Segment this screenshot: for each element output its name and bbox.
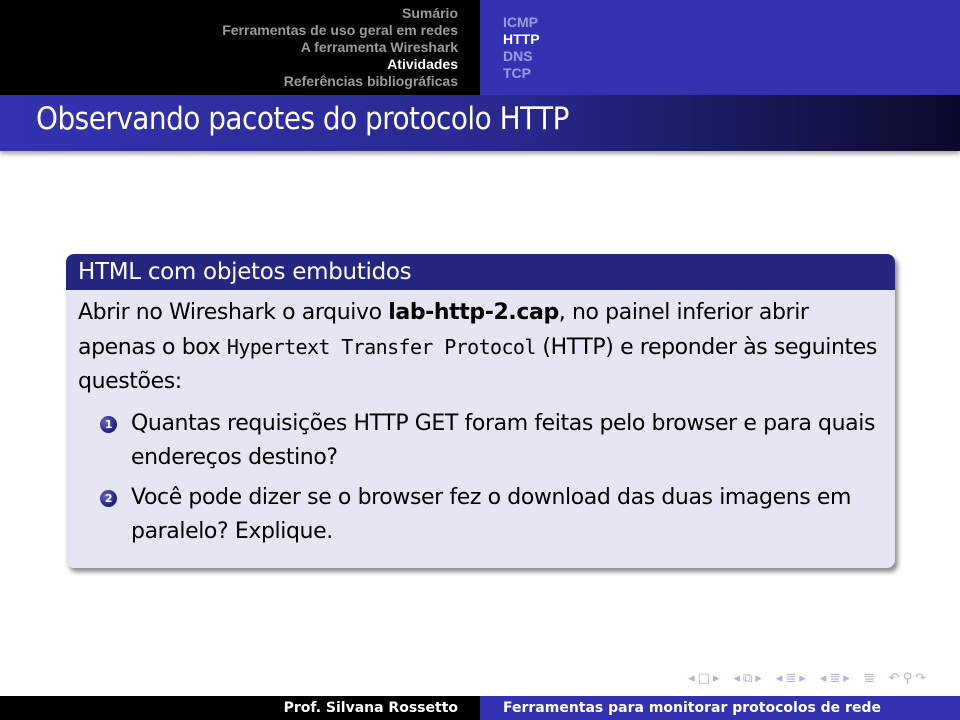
section-icon[interactable]: ≣ [785, 671, 796, 686]
arrow-right-icon[interactable]: ▸ [799, 671, 806, 686]
nav-section-atividades[interactable]: Atividades [387, 56, 458, 73]
search-icon[interactable]: ⚲ [903, 671, 913, 686]
intro-text-1: Abrir no Wireshark o arquivo [78, 300, 389, 325]
list-item: 1 Quantas requisições HTTP GET foram fei… [78, 407, 883, 475]
arrow-right-icon[interactable]: ▸ [843, 671, 850, 686]
arrow-left-icon[interactable]: ◂ [776, 671, 783, 686]
intro-filename: lab-http-2.cap [388, 300, 559, 325]
item-text: Quantas requisições HTTP GET foram feita… [131, 411, 876, 470]
block-body: Abrir no Wireshark o arquivo lab-http-2.… [66, 290, 895, 549]
header-navigation: Sumário Ferramentas de uso geral em rede… [0, 0, 960, 95]
navigation-symbols: ◂ □ ▸ ◂ ⧉ ▸ ◂ ≣ ▸ ◂ ≣ ▸ ≣ ↶ ⚲ ↷ [688, 668, 934, 688]
arrow-right-icon[interactable]: ▸ [713, 671, 720, 686]
frame-icon[interactable]: □ [698, 671, 710, 686]
nav-section-referencias[interactable]: Referências bibliográficas [284, 73, 458, 90]
item-text: Você pode dizer se o browser fez o downl… [131, 485, 852, 544]
back-icon[interactable]: ↶ [889, 671, 900, 686]
presentation-icon[interactable]: ≣ [829, 671, 840, 686]
block-title: HTML com objetos embutidos [66, 254, 895, 290]
document-nav-symbol[interactable]: ≣ [864, 671, 875, 686]
item-number-badge: 1 [100, 416, 117, 433]
arrow-left-icon[interactable]: ◂ [733, 671, 740, 686]
document-icon[interactable]: ≣ [864, 671, 875, 686]
arrow-right-icon[interactable]: ▸ [755, 671, 762, 686]
subsection-icon[interactable]: ⧉ [743, 671, 752, 686]
nav-subsection-tcp[interactable]: TCP [503, 65, 531, 82]
section-nav: Sumário Ferramentas de uso geral em rede… [0, 0, 480, 95]
arrow-left-icon[interactable]: ◂ [820, 671, 827, 686]
question-list: 1 Quantas requisições HTTP GET foram fei… [78, 407, 883, 549]
subsection-nav: ICMP HTTP DNS TCP [480, 0, 960, 95]
frame-title: Observando pacotes do protocolo HTTP [36, 101, 569, 137]
nav-subsection-http[interactable]: HTTP [503, 31, 540, 48]
footer-author: Prof. Silvana Rossetto [0, 696, 480, 720]
section-nav-symbol[interactable]: ◂ ≣ ▸ [776, 671, 806, 686]
subsection-nav-symbol[interactable]: ◂ ⧉ ▸ [733, 671, 761, 686]
arrow-left-icon[interactable]: ◂ [688, 671, 695, 686]
nav-subsection-icmp[interactable]: ICMP [503, 14, 538, 31]
presentation-nav-symbol[interactable]: ◂ ≣ ▸ [820, 671, 850, 686]
list-item: 2 Você pode dizer se o browser fez o dow… [78, 481, 883, 549]
forward-icon[interactable]: ↷ [915, 671, 926, 686]
nav-section-sumario[interactable]: Sumário [402, 5, 458, 22]
intro-code: Hypertext Transfer Protocol [226, 335, 537, 359]
nav-subsection-dns[interactable]: DNS [503, 48, 533, 65]
nav-section-wireshark[interactable]: A ferramenta Wireshark [301, 39, 458, 56]
footer: Prof. Silvana Rossetto Ferramentas para … [0, 696, 960, 720]
nav-section-ferramentas[interactable]: Ferramentas de uso geral em redes [222, 22, 458, 39]
block-intro: Abrir no Wireshark o arquivo lab-http-2.… [78, 296, 883, 399]
item-number-badge: 2 [100, 490, 117, 507]
footer-title: Ferramentas para monitorar protocolos de… [480, 696, 960, 720]
frame-title-bar: Observando pacotes do protocolo HTTP [0, 95, 960, 151]
frame-nav[interactable]: ◂ □ ▸ [688, 671, 719, 686]
content-block: HTML com objetos embutidos Abrir no Wire… [66, 254, 895, 568]
search-nav-symbol[interactable]: ↶ ⚲ ↷ [889, 671, 926, 686]
